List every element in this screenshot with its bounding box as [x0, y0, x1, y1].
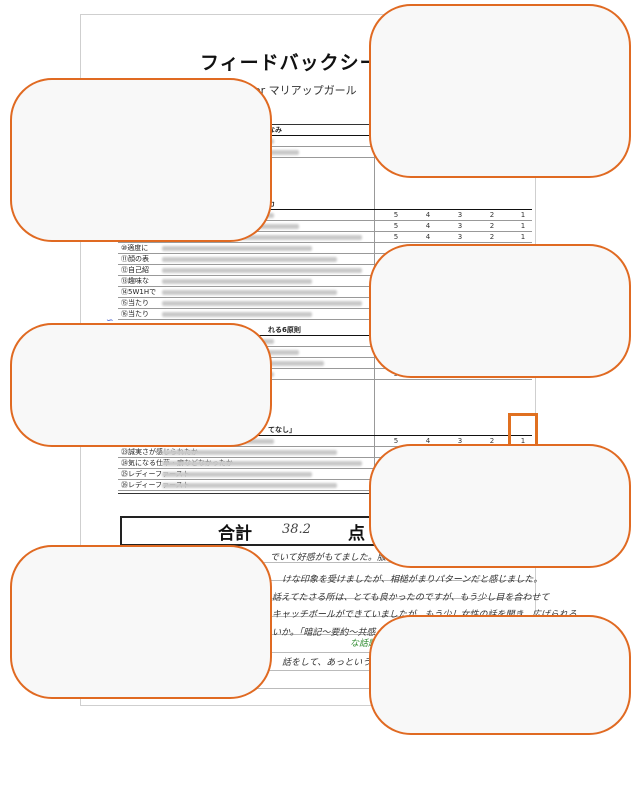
score-cell: 1 [520, 233, 526, 241]
score-cell: 2 [489, 233, 495, 241]
row-label: ⑬趣味な [121, 277, 149, 285]
score-cell: 1 [520, 222, 526, 230]
handwritten-comment: 話えてたさる所は、とても良かったのですが、もう少し目を合わせて [272, 593, 550, 603]
redacted-text [162, 301, 362, 306]
redacted-text [162, 461, 362, 466]
note-card [10, 323, 272, 447]
redacted-text [162, 257, 337, 262]
score-cell: 3 [457, 211, 463, 219]
redacted-text [162, 290, 337, 295]
handwritten-comment: けな印象を受けましたが、相槌がまりパターンだと感じました。 [282, 575, 543, 585]
redacted-text [162, 279, 312, 284]
score-cell: 2 [489, 211, 495, 219]
document-title: フィードバックシー [200, 52, 380, 74]
note-card [10, 545, 272, 699]
total-value: 38.2 [282, 522, 311, 537]
score-cell: 4 [425, 211, 431, 219]
score-cell: 3 [457, 222, 463, 230]
section-header-label: てなし」 [268, 426, 296, 434]
note-card [369, 444, 631, 568]
redacted-text [162, 246, 312, 251]
score-cell: 1 [520, 211, 526, 219]
score-cell: 3 [457, 233, 463, 241]
score-cell: 5 [393, 233, 399, 241]
total-unit: 点 [348, 524, 365, 544]
row-label: ⑯当たり [121, 310, 149, 318]
document-subtitle: for マリアップガール [250, 84, 357, 97]
row-label: ⑭5W1Hで [121, 288, 157, 296]
score-cell: 4 [425, 222, 431, 230]
redacted-text [162, 268, 362, 273]
score-cell: 2 [489, 222, 495, 230]
note-card [369, 4, 631, 178]
redacted-text [162, 472, 312, 477]
note-card [369, 615, 631, 735]
row-label: ⑫自己紹 [121, 266, 149, 274]
redacted-text [162, 450, 337, 455]
score-cell: 5 [393, 211, 399, 219]
score-cell: 5 [393, 222, 399, 230]
redacted-text [162, 483, 337, 488]
score-cell: 4 [425, 233, 431, 241]
row-label: ⑩適度に [121, 244, 149, 252]
total-label: 合計 [218, 524, 252, 544]
section-header-label: れる6原則 [268, 326, 301, 334]
redacted-text [162, 312, 312, 317]
row-label: ⑮当たり [121, 299, 149, 307]
note-card [369, 244, 631, 378]
row-label: ⑪顔の表 [121, 255, 149, 263]
note-card [10, 78, 272, 242]
